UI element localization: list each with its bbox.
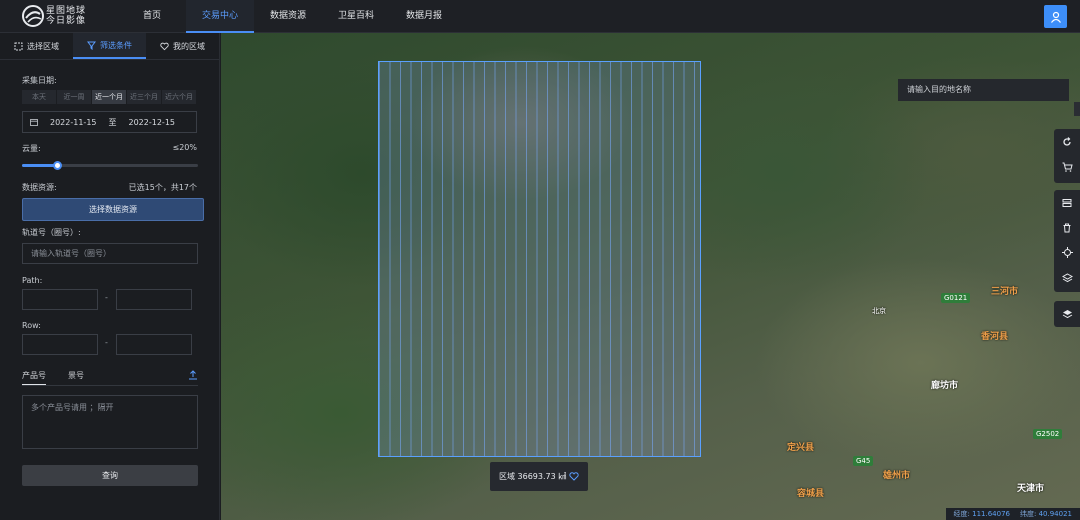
- nav-home[interactable]: 首页: [118, 0, 186, 33]
- filter-icon: [87, 41, 96, 50]
- select-data-source-button[interactable]: 选择数据资源: [22, 198, 204, 221]
- refresh-icon[interactable]: [1054, 129, 1080, 154]
- row-range-sep: -: [105, 338, 108, 347]
- road-g0121: G0121: [941, 293, 971, 303]
- cloud-slider[interactable]: [22, 161, 198, 170]
- map-tools-top: [1054, 129, 1080, 183]
- logo-text-line2: 今日影像: [46, 16, 87, 26]
- sidebar: 选择区域 筛选条件 我的区域 采集日期: 本天 近一周 近一个月 近三个月 近六…: [0, 33, 220, 520]
- nav-monthly-report[interactable]: 数据月报: [390, 0, 458, 33]
- date-separator: 至: [108, 117, 117, 127]
- city-dingxing: 定兴县: [787, 443, 815, 453]
- city-xiongzhou: 雄州市: [883, 471, 911, 481]
- lng-label: 经度:: [953, 510, 970, 518]
- nav-trade-center[interactable]: 交易中心: [186, 0, 254, 33]
- quick-range-today[interactable]: 本天: [22, 90, 56, 104]
- product-tabs: 产品号 景号: [22, 370, 198, 386]
- tab-select-area-label: 选择区域: [27, 41, 59, 51]
- coordinate-status-bar: 经度: 111.64076 纬度: 40.94021: [945, 508, 1080, 520]
- logo-mark-icon: [22, 5, 44, 27]
- tab-product-number[interactable]: 产品号: [22, 370, 46, 385]
- city-rongcheng: 容城县: [797, 489, 825, 499]
- map-view[interactable]: 区域 36693.73 ㎢ 请输入目的地名称 G0121 G2502 G45 三…: [221, 33, 1080, 520]
- trash-icon[interactable]: [1054, 215, 1080, 240]
- cloud-slider-handle[interactable]: [53, 161, 63, 170]
- map-tools-bottom: [1054, 301, 1080, 327]
- tab-scene-number[interactable]: 景号: [68, 370, 84, 381]
- quick-range-3months[interactable]: 近三个月: [127, 90, 161, 104]
- sidebar-tabs: 选择区域 筛选条件 我的区域: [0, 33, 219, 60]
- select-area-icon: [14, 42, 23, 50]
- calendar-icon: [30, 119, 38, 126]
- selected-area-polygon[interactable]: [378, 61, 701, 457]
- path-from-input[interactable]: [22, 289, 98, 310]
- quick-range-month[interactable]: 近一个月: [92, 90, 126, 104]
- city-xianghe: 香河县: [981, 332, 1009, 342]
- lng-readout: 经度: 111.64076: [954, 509, 1010, 519]
- row-label: Row:: [22, 321, 41, 330]
- quick-range-group: 本天 近一周 近一个月 近三个月 近六个月: [22, 90, 196, 104]
- main-nav: 首页 交易中心 数据资源 卫星百科 数据月报: [118, 0, 458, 33]
- date-range-picker[interactable]: 2022-11-15 至 2022-12-15: [22, 111, 197, 133]
- logo-text-line1: 星图地球: [46, 6, 87, 16]
- orbit-label: 轨道号（圈号）:: [22, 228, 81, 237]
- city-beijing: 北京: [872, 307, 886, 315]
- map-side-handle[interactable]: [1074, 102, 1080, 116]
- cart-icon[interactable]: [1054, 154, 1080, 179]
- road-g2502: G2502: [1033, 429, 1063, 439]
- lat-readout: 纬度: 40.94021: [1020, 509, 1072, 519]
- data-source-label: 数据资源:: [22, 183, 57, 192]
- path-label: Path:: [22, 276, 43, 285]
- date-start[interactable]: 2022-11-15: [50, 118, 97, 127]
- cloud-value: ≤20%: [172, 143, 197, 152]
- tab-filter[interactable]: 筛选条件: [73, 33, 146, 59]
- road-g45: G45: [853, 456, 874, 466]
- logo[interactable]: 星图地球 今日影像: [22, 4, 88, 28]
- layers-alt-icon[interactable]: [1054, 301, 1080, 326]
- row-from-input[interactable]: [22, 334, 98, 355]
- heart-icon: [160, 42, 169, 50]
- product-number-textarea[interactable]: 多个产品号请用 ；隔开: [22, 395, 198, 449]
- city-sanhe: 三河市: [991, 287, 1019, 297]
- date-end[interactable]: 2022-12-15: [129, 118, 176, 127]
- city-langfang: 廊坊市: [931, 381, 959, 391]
- layer-stack-icon[interactable]: [1054, 190, 1080, 215]
- path-range-sep: -: [105, 293, 108, 302]
- query-button[interactable]: 查询: [22, 465, 198, 486]
- destination-search-input[interactable]: 请输入目的地名称: [898, 79, 1069, 101]
- cloud-label: 云量:: [22, 144, 41, 153]
- quick-range-week[interactable]: 近一周: [57, 90, 91, 104]
- lng-value: 111.64076: [972, 510, 1010, 518]
- locate-icon[interactable]: [1054, 240, 1080, 265]
- city-tianjin: 天津市: [1017, 484, 1045, 494]
- collect-date-label: 采集日期:: [22, 76, 57, 85]
- top-bar: 星图地球 今日影像 首页 交易中心 数据资源 卫星百科 数据月报: [0, 0, 1080, 33]
- tab-my-area[interactable]: 我的区域: [146, 33, 219, 59]
- data-source-summary: 已选15个，共17个: [128, 183, 197, 192]
- quick-range-6months[interactable]: 近六个月: [162, 90, 196, 104]
- cloud-slider-fill: [22, 164, 58, 167]
- path-to-input[interactable]: [116, 289, 192, 310]
- area-info-tag: 区域 36693.73 ㎢: [490, 462, 588, 491]
- user-button[interactable]: [1044, 5, 1067, 28]
- layers-icon[interactable]: [1054, 265, 1080, 290]
- tab-my-area-label: 我的区域: [173, 41, 205, 51]
- orbit-input[interactable]: 请输入轨道号（圈号）: [22, 243, 198, 264]
- lat-label: 纬度:: [1020, 510, 1037, 518]
- tab-filter-label: 筛选条件: [100, 40, 132, 50]
- upload-icon[interactable]: [188, 370, 198, 380]
- tab-select-area[interactable]: 选择区域: [0, 33, 73, 59]
- row-to-input[interactable]: [116, 334, 192, 355]
- nav-satellite-wiki[interactable]: 卫星百科: [322, 0, 390, 33]
- nav-data-resources[interactable]: 数据资源: [254, 0, 322, 33]
- area-size-label: 区域 36693.73 ㎢: [499, 472, 567, 481]
- lat-value: 40.94021: [1038, 510, 1072, 518]
- favorite-heart-icon[interactable]: [569, 472, 579, 481]
- user-icon: [1050, 11, 1061, 23]
- map-tools-middle: [1054, 190, 1080, 292]
